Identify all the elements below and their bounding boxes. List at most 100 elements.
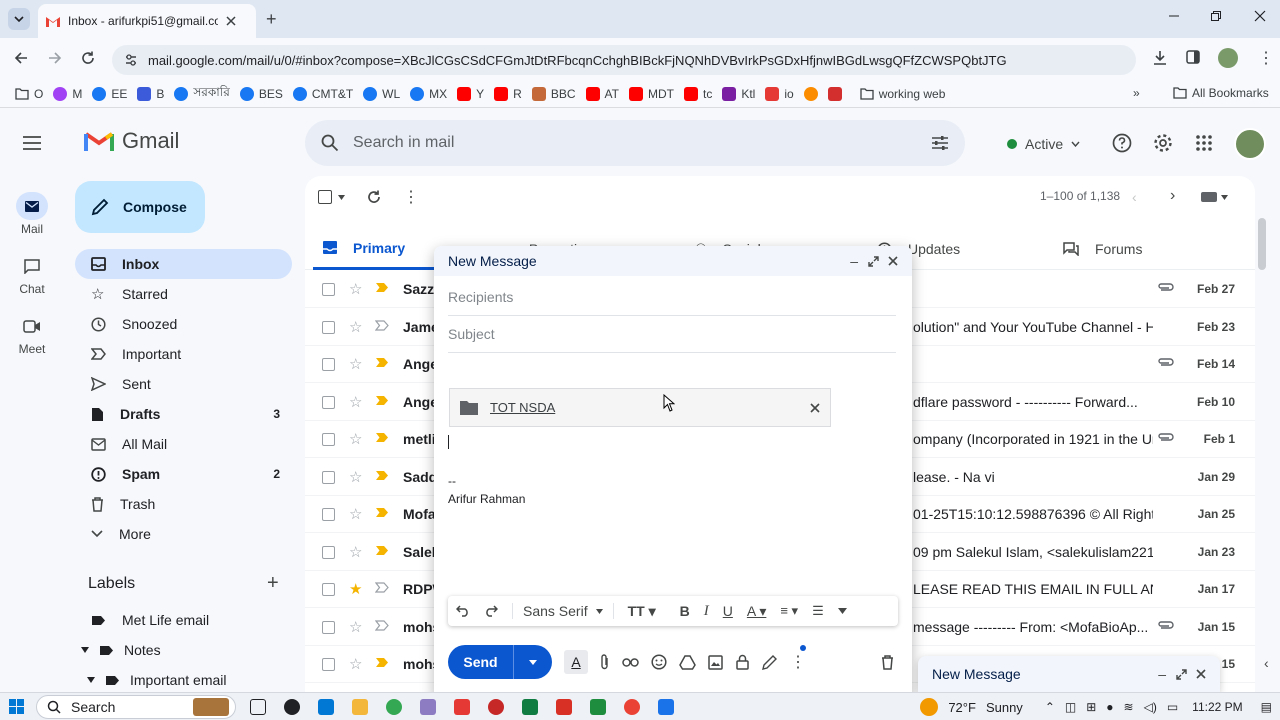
file-explorer-icon[interactable]: [352, 698, 368, 715]
nav-item-drafts[interactable]: Drafts 3: [75, 399, 292, 429]
tray-app-icon[interactable]: ⊞: [1086, 700, 1096, 714]
star-icon[interactable]: ☆: [349, 355, 362, 373]
star-icon[interactable]: ☆: [349, 393, 362, 411]
bookmark-item[interactable]: M: [48, 86, 87, 101]
nav-item-inbox[interactable]: Inbox: [75, 249, 292, 279]
clock-time[interactable]: 11:22 PM: [1192, 700, 1242, 714]
chrome-icon[interactable]: [624, 698, 640, 715]
caret-down-icon[interactable]: [81, 647, 89, 653]
taskbar-app-icon[interactable]: [590, 698, 606, 715]
network-icon[interactable]: ≋: [1124, 700, 1134, 714]
browser-menu-icon[interactable]: ⋮: [1258, 48, 1274, 68]
microphone-icon[interactable]: ●: [1106, 700, 1113, 714]
subject-field[interactable]: Subject: [448, 316, 896, 353]
input-tools-button[interactable]: [1201, 192, 1228, 202]
important-marker-icon[interactable]: [375, 657, 389, 668]
restore-window-button[interactable]: [1210, 10, 1222, 22]
taskbar-app-icon[interactable]: [488, 698, 504, 715]
reload-button[interactable]: [81, 51, 95, 65]
attachment-icon[interactable]: [1157, 620, 1175, 630]
bookmark-item[interactable]: AT: [581, 86, 624, 101]
font-size-icon[interactable]: TT ▾: [628, 603, 656, 620]
font-family-select[interactable]: Sans Serif: [512, 603, 614, 619]
important-marker-icon[interactable]: [375, 507, 389, 518]
minimized-compose[interactable]: New Message –: [918, 656, 1220, 692]
weather-temp[interactable]: 72°F: [948, 700, 976, 715]
site-settings-icon[interactable]: [124, 53, 138, 67]
apps-grid-icon[interactable]: [1196, 135, 1212, 151]
close-window-button[interactable]: [1254, 10, 1266, 22]
attachment-icon[interactable]: [1157, 432, 1175, 442]
more-formatting-icon[interactable]: [837, 608, 847, 614]
text-color-icon[interactable]: A ▾: [747, 603, 766, 620]
label-item[interactable]: Important email: [75, 665, 292, 695]
star-icon[interactable]: ☆: [349, 543, 362, 561]
taskbar-app-icon[interactable]: [556, 698, 572, 715]
remove-attachment-icon[interactable]: [810, 402, 820, 413]
bookmark-item[interactable]: [799, 86, 823, 101]
send-button[interactable]: Send: [448, 645, 552, 679]
tab-search-button[interactable]: [8, 8, 30, 30]
nav-item-more[interactable]: More: [75, 519, 292, 549]
important-marker-icon[interactable]: [375, 432, 389, 443]
attach-file-icon[interactable]: [600, 654, 610, 670]
all-bookmarks-button[interactable]: All Bookmarks: [1168, 86, 1274, 100]
next-page-button[interactable]: ›: [1170, 187, 1175, 205]
star-icon[interactable]: ☆: [349, 655, 362, 673]
bookmark-item[interactable]: tc: [679, 86, 717, 101]
tab-forums[interactable]: Forums: [1063, 228, 1142, 270]
taskbar-app-icon[interactable]: [284, 698, 300, 715]
star-icon[interactable]: ☆: [349, 468, 362, 486]
side-panel-toggle[interactable]: ‹: [1264, 655, 1280, 675]
insert-link-icon[interactable]: [622, 657, 639, 667]
battery-icon[interactable]: ▭: [1167, 700, 1178, 714]
create-label-button[interactable]: +: [267, 572, 279, 595]
bookmark-item[interactable]: MX: [405, 86, 452, 101]
row-checkbox[interactable]: [322, 545, 335, 559]
taskbar-app-icon[interactable]: [318, 698, 334, 715]
previous-page-button[interactable]: ‹: [1132, 189, 1137, 205]
bookmark-item[interactable]: WL: [358, 86, 405, 101]
tray-chevron-icon[interactable]: ⌃: [1045, 700, 1055, 714]
label-item[interactable]: Notes: [75, 635, 292, 665]
attachment-icon[interactable]: [1157, 282, 1175, 292]
bookmark-item[interactable]: EE: [87, 86, 132, 101]
nav-item-all-mail[interactable]: All Mail: [75, 429, 292, 459]
important-marker-icon[interactable]: [375, 582, 389, 593]
help-icon[interactable]: [1112, 133, 1132, 153]
bookmark-folder[interactable]: working web: [855, 87, 951, 101]
excel-icon[interactable]: [522, 698, 538, 715]
signature-block[interactable]: -- Arifur Rahman: [448, 472, 525, 508]
mail-search-bar[interactable]: Search in mail: [305, 120, 965, 166]
compose-header[interactable]: New Message –: [434, 246, 912, 276]
schedule-send-dropdown[interactable]: [514, 659, 552, 665]
more-options-icon[interactable]: ⋮: [403, 187, 419, 207]
minimize-icon[interactable]: –: [1158, 666, 1166, 682]
close-icon[interactable]: [226, 16, 236, 26]
star-icon[interactable]: ☆: [349, 280, 362, 298]
confidential-mode-icon[interactable]: [735, 654, 750, 670]
align-icon[interactable]: ≡ ▾: [780, 603, 798, 619]
nav-item-snoozed[interactable]: Snoozed: [75, 309, 292, 339]
bookmark-item[interactable]: io: [760, 86, 798, 101]
address-bar[interactable]: mail.google.com/mail/u/0/#inbox?compose=…: [112, 45, 1136, 75]
discard-draft-icon[interactable]: [881, 654, 894, 670]
label-item[interactable]: Met Life email: [75, 605, 292, 635]
underline-icon[interactable]: U: [723, 603, 733, 619]
emoji-icon[interactable]: [651, 654, 667, 670]
important-marker-icon[interactable]: [375, 545, 389, 556]
search-options-icon[interactable]: [931, 135, 949, 151]
refresh-icon[interactable]: [367, 190, 381, 204]
bookmark-item[interactable]: সরকারি: [169, 84, 234, 104]
undo-icon[interactable]: [456, 605, 470, 617]
chrome-icon[interactable]: [386, 698, 402, 715]
bookmark-item[interactable]: BBC: [527, 86, 581, 101]
redo-icon[interactable]: [484, 605, 498, 617]
profile-avatar[interactable]: [1218, 48, 1238, 68]
nav-item-starred[interactable]: ☆ Starred: [75, 279, 292, 309]
rail-item-meet[interactable]: Meet: [0, 312, 64, 356]
insert-photo-icon[interactable]: [708, 654, 723, 670]
search-icon[interactable]: [321, 134, 339, 152]
bookmark-item[interactable]: R: [489, 86, 527, 101]
important-marker-icon[interactable]: [375, 395, 389, 406]
